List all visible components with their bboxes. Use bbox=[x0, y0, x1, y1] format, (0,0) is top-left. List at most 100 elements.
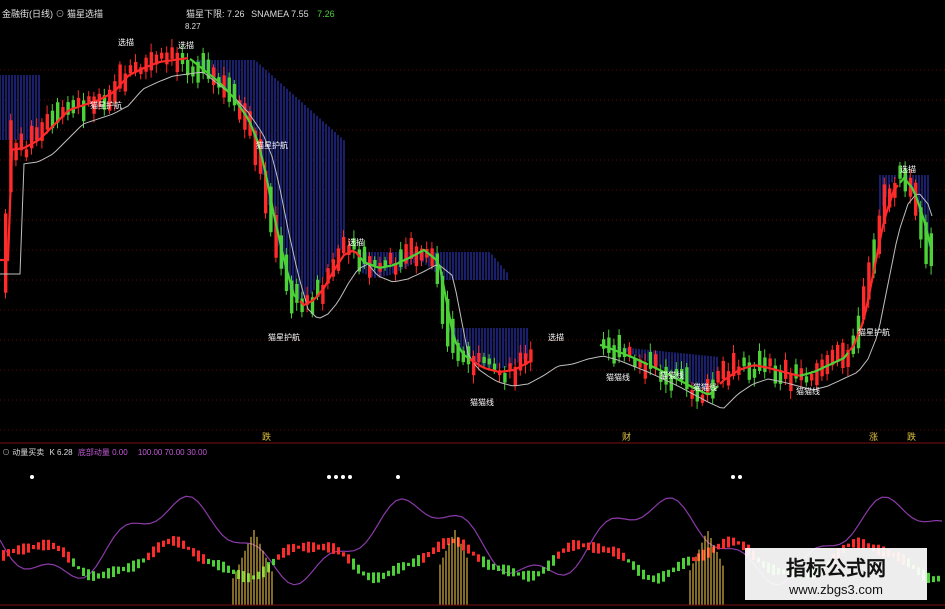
momentum-bar bbox=[412, 558, 415, 567]
momentum-bar bbox=[287, 544, 290, 556]
momentum-bar bbox=[162, 540, 165, 547]
momentum-bar bbox=[17, 545, 20, 555]
momentum-bar bbox=[542, 567, 545, 574]
momentum-bar bbox=[642, 569, 645, 580]
momentum-bar bbox=[77, 566, 80, 570]
momentum-bar bbox=[277, 554, 280, 560]
momentum-bar bbox=[72, 558, 75, 567]
momentum-bar bbox=[177, 536, 180, 548]
momentum-bar bbox=[422, 553, 425, 563]
signal-dot bbox=[30, 475, 34, 479]
momentum-bar bbox=[692, 557, 695, 562]
momentum-bar bbox=[732, 537, 735, 546]
candle-body bbox=[721, 360, 725, 380]
watermark-url: www.zbgs3.com bbox=[789, 582, 883, 597]
momentum-bar bbox=[57, 545, 60, 552]
momentum-bar bbox=[612, 546, 615, 557]
momentum-bar bbox=[407, 562, 410, 567]
candle-body bbox=[472, 355, 476, 376]
candle-body bbox=[607, 337, 611, 353]
marker-label: 猫星护航 bbox=[268, 332, 300, 342]
momentum-bar bbox=[617, 548, 620, 560]
candle-body bbox=[503, 372, 507, 383]
momentum-bar bbox=[167, 538, 170, 545]
momentum-bar bbox=[507, 565, 510, 577]
momentum-bar bbox=[567, 542, 570, 552]
momentum-bar bbox=[12, 548, 15, 554]
candle-body bbox=[810, 374, 814, 381]
momentum-bar bbox=[492, 563, 495, 570]
momentum-bar bbox=[597, 543, 600, 554]
momentum-bar bbox=[637, 564, 640, 576]
candle-body bbox=[482, 356, 486, 364]
marker-label: 猫猫线 bbox=[660, 370, 684, 380]
momentum-bar bbox=[32, 544, 35, 550]
momentum-bar bbox=[467, 544, 470, 554]
momentum-bar bbox=[432, 547, 435, 554]
momentum-bar bbox=[482, 556, 485, 568]
momentum-bar bbox=[97, 573, 100, 579]
momentum-bar bbox=[532, 570, 535, 581]
momentum-bar bbox=[92, 571, 95, 581]
k-value: 6.28 bbox=[57, 448, 73, 457]
momentum-bar bbox=[52, 542, 55, 550]
candle-body bbox=[815, 363, 819, 386]
momentum-bar bbox=[397, 562, 400, 574]
momentum-bar bbox=[582, 543, 585, 548]
momentum-bar bbox=[737, 541, 740, 545]
marker-label: 猫猫线 bbox=[606, 372, 630, 382]
marker-label: 选描 bbox=[348, 237, 364, 247]
candle-body bbox=[752, 368, 757, 378]
momentum-bar bbox=[477, 554, 480, 562]
momentum-bar bbox=[272, 558, 275, 566]
momentum-bar bbox=[437, 541, 440, 553]
momentum-bar bbox=[602, 546, 605, 553]
candle-body bbox=[45, 114, 49, 130]
momentum-bar bbox=[217, 559, 220, 571]
sub-value-2: 100.00 bbox=[137, 448, 163, 457]
momentum-bar bbox=[102, 571, 105, 579]
readout-value-1: 7.26 bbox=[227, 9, 245, 19]
momentum-bar bbox=[662, 571, 665, 582]
momentum-bar bbox=[62, 547, 65, 558]
momentum-bar bbox=[852, 539, 855, 548]
candle-body bbox=[4, 213, 8, 293]
signal-dot bbox=[341, 475, 345, 479]
momentum-bar bbox=[487, 559, 490, 570]
momentum-bar bbox=[417, 555, 420, 567]
momentum-bar bbox=[372, 572, 375, 584]
momentum-bar bbox=[382, 572, 385, 579]
momentum-bar bbox=[202, 554, 205, 564]
candle-body bbox=[487, 358, 491, 365]
settings-icon[interactable]: ⊙ bbox=[56, 9, 65, 19]
signal-dot bbox=[396, 475, 400, 479]
peak-price-label: 8.27 bbox=[185, 22, 201, 31]
momentum-bar bbox=[717, 543, 720, 550]
momentum-bar bbox=[117, 566, 120, 574]
momentum-bar bbox=[502, 564, 505, 575]
momentum-bar bbox=[47, 539, 50, 551]
stock-chart: 选描猫星护航猫星护航猫星护航选描选描选描选描猫星护航猫猫线 猫猫线猫猫线 猫猫线猫猫… bbox=[0, 0, 945, 609]
signal-dot bbox=[738, 475, 742, 479]
sub-settings-icon[interactable]: ⊙ bbox=[2, 448, 10, 457]
sub-value-1: 0.00 bbox=[112, 448, 128, 457]
momentum-bar bbox=[152, 546, 155, 558]
momentum-bar bbox=[497, 565, 500, 571]
event-label-2: 财 bbox=[622, 432, 632, 442]
momentum-bar bbox=[27, 543, 30, 553]
momentum-bar bbox=[367, 572, 370, 581]
watermark-title: 指标公式网 bbox=[786, 556, 886, 580]
candle-body bbox=[529, 349, 533, 363]
momentum-bar bbox=[67, 551, 70, 563]
momentum-bar bbox=[932, 576, 935, 583]
momentum-bar bbox=[137, 559, 140, 569]
momentum-bar bbox=[592, 542, 595, 553]
candle-body bbox=[841, 342, 845, 369]
marker-label: 选描 bbox=[900, 164, 916, 174]
candle-body bbox=[414, 246, 419, 267]
momentum-bar bbox=[7, 549, 10, 557]
marker-label: 猫猫线 bbox=[693, 382, 717, 392]
sub-value-4: 30.00 bbox=[186, 448, 207, 457]
momentum-bar bbox=[342, 552, 345, 557]
readout-label-1: 猫星下限: bbox=[186, 9, 225, 19]
